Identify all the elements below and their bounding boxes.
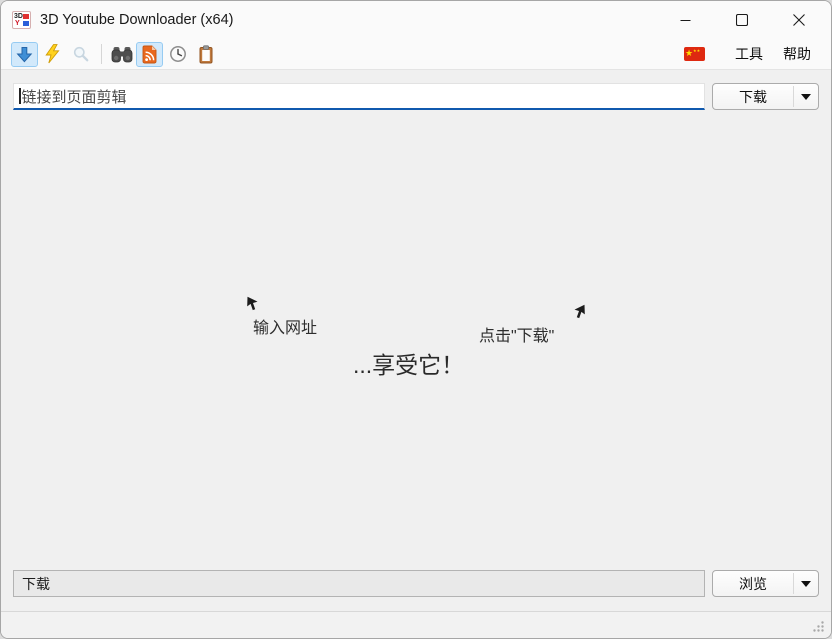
browse-split-button[interactable]: 浏览 [712,570,819,597]
app-logo-icon: 3D Y [12,11,31,29]
maximize-button[interactable] [719,1,765,39]
title-bar: 3D Y 3D Youtube Downloader (x64) [1,1,831,39]
chevron-down-icon [801,581,811,587]
language-flag-button[interactable]: ★ ★★ [684,47,705,61]
binoculars-icon [111,46,133,63]
main-area: 输入网址 点击"下载" ...享受它！ [1,120,831,572]
china-flag-small-stars: ★★ [693,48,700,53]
menu-help[interactable]: 帮助 [773,40,821,68]
close-button[interactable] [776,1,822,39]
toolbar-button-lightning[interactable] [39,42,66,67]
hint-enjoy: ...享受它！ [353,346,464,380]
browse-dropdown-button[interactable] [794,571,818,596]
logo-3d-glyph: 3D [14,13,23,20]
url-input[interactable]: 链接到页面剪辑 [13,83,705,110]
toolbar: ★ ★★ 工具 帮助 [1,39,831,70]
cursor-arrow-right-icon [573,304,586,319]
toolbar-button-rss[interactable] [136,42,163,67]
minimize-icon [680,15,691,26]
menu-tools[interactable]: 工具 [725,40,773,68]
window-controls [662,1,822,39]
resize-grip[interactable] [812,620,825,633]
toolbar-separator [101,44,102,64]
download-dropdown-button[interactable] [794,84,818,109]
toolbar-button-clipboard[interactable] [192,42,219,67]
toolbar-button-download[interactable] [11,42,38,67]
china-flag-icon: ★ [685,46,693,60]
lightning-icon [45,44,60,64]
close-icon [793,14,805,26]
minimize-button[interactable] [662,1,708,39]
history-clock-icon [169,45,187,63]
download-split-button[interactable]: 下载 [712,83,819,110]
chevron-down-icon [801,94,811,100]
rss-feed-icon [142,45,157,64]
download-path-label: 下载 [22,574,50,594]
app-window: 3D Y 3D Youtube Downloader (x64) [0,0,832,639]
logo-blue-block [23,21,29,26]
window-title: 3D Youtube Downloader (x64) [40,12,233,28]
bottom-row: 下载 浏览 [13,570,819,597]
browse-button-label[interactable]: 浏览 [713,571,793,596]
logo-red-block [23,14,29,19]
toolbar-button-history[interactable] [164,42,191,67]
cursor-arrow-left-icon [246,296,259,311]
url-row: 链接到页面剪辑 下载 [1,70,831,120]
toolbar-button-binoculars[interactable] [108,42,135,67]
search-magnifier-icon [73,46,89,62]
download-path-field[interactable]: 下载 [13,570,705,597]
status-bar [1,611,831,638]
text-caret [19,88,21,104]
toolbar-button-search[interactable] [67,42,94,67]
maximize-icon [736,14,748,26]
url-input-value: 链接到页面剪辑 [22,86,127,107]
download-button-label[interactable]: 下载 [713,84,793,109]
hint-click-download: 点击"下载" [479,322,554,346]
download-arrow-icon [16,46,33,63]
hint-enter-url: 输入网址 [253,314,317,338]
clipboard-icon [198,45,214,64]
logo-y-glyph: Y [15,20,20,28]
